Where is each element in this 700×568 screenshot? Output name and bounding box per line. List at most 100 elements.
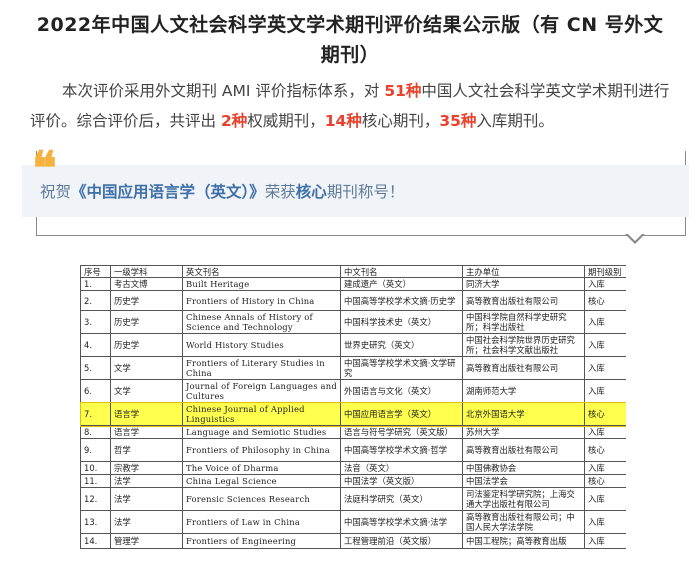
cell-chinese-title: 中国法学（英文版） [340,474,463,488]
article-title: 2022年中国人文社会科学英文学术期刊评价结果公示版（有 CN 号外文期刊） [36,14,664,66]
cell-index: 9. [80,438,111,462]
cell-level: 入库 [584,277,626,291]
cell-publisher: 湖南师范大学 [462,379,585,403]
cell-discipline: 语言学 [110,402,183,426]
quote-prefix: 祝贺 [40,183,72,201]
cell-publisher: 北京外国语大学 [462,402,585,426]
cell-english-title: Forensic Sciences Research [182,487,341,511]
cell-chinese-title: 外国语言与文化（英文） [340,379,463,403]
table-row: 8. 语言学 Language and Semiotic Studies 语言与符号学… [80,425,626,439]
cell-chinese-title: 法音（英文） [340,461,463,475]
intro-text-1: 本次评价采用外文期刊 AMI 评价指标体系，对 [62,82,385,100]
table-row: 12. 法学 Forensic Sciences Research 法庭科学研究（英文… [80,487,626,511]
cell-index: 1. [80,277,111,291]
cell-chinese-title: 中国科学技术史（英文） [340,310,463,334]
table-row: 3. 历史学 Chinese Annals of History of Scienc… [80,310,626,334]
cell-level: 入库 [584,310,626,334]
cell-chinese-title: 世界史研究（英文） [340,333,463,357]
cell-index: 12. [80,487,111,511]
cell-publisher: 高等教育出版社有限公司；中国人民大学法学院 [462,510,585,534]
header-discipline: 一级学科 [110,265,183,278]
header-chinese-title: 中文刊名 [340,265,463,278]
cell-chinese-title: 中国高等学校学术文摘·文学研究 [340,356,463,380]
cell-discipline: 文学 [110,379,183,403]
cell-english-title: Frontiers of History in China [182,290,341,311]
cell-level: 入库 [584,461,626,475]
quote-journal: 《中国应用语言学（英文）》 [71,183,265,201]
header-english-title: 英文刊名 [182,265,341,278]
table-row: 4. 历史学 World History Studies 世界史研究（英文） 中国社会科… [80,333,626,357]
cell-discipline: 历史学 [110,310,183,334]
quote-level: 核心 [295,183,327,201]
cell-index: 4. [80,333,111,357]
cell-chinese-title: 中国高等学校学术文摘·哲学 [340,438,463,462]
cell-index: 13. [80,510,111,534]
cell-discipline: 宗教学 [110,461,183,475]
count-core: 14种 [324,112,362,130]
quote-suffix: 期刊称号！ [326,183,405,201]
cell-discipline: 法学 [110,510,183,534]
cell-publisher: 中国社会科学院世界历史研究所；社会科学文献出版社 [462,333,585,357]
cell-index: 3. [80,310,111,334]
cell-discipline: 法学 [110,474,183,488]
cell-index: 14. [80,533,111,549]
cell-english-title: The Voice of Dharma [182,461,341,475]
cell-level: 核心 [584,402,626,426]
cell-level: 核心 [584,474,626,488]
quote-text: 祝贺《中国应用语言学（英文）》荣获核心期刊称号！ [40,180,404,204]
cell-publisher: 中国佛教协会 [462,461,585,475]
count-authority: 2种 [220,112,248,130]
cell-chinese-title: 工程管理前沿（英文版） [340,533,463,549]
cell-discipline: 哲学 [110,438,183,462]
table-row: 13. 法学 Frontiers of Law in China 中国高等学校学术文摘… [80,510,626,534]
cell-index: 11. [80,474,111,488]
table-row: 10. 宗教学 The Voice of Dharma 法音（英文） 中国佛教协会 入库 [80,461,626,475]
cell-level: 核心 [584,438,626,462]
cell-index: 5. [80,356,111,380]
cell-chinese-title: 中国高等学校学术文摘·历史学 [340,290,463,311]
cell-publisher: 中国科学院自然科学史研究所；科学出版社 [462,310,585,334]
cell-discipline: 语言学 [110,425,183,439]
cell-english-title: China Legal Science [182,474,341,488]
table-row: 5. 文学 Frontiers of Literary Studies in Chi… [80,356,626,380]
intro-text-3: 权威期刊， [247,112,325,130]
header-index: 序号 [80,265,111,278]
cell-chinese-title: 中国高等学校学术文摘·法学 [340,510,463,534]
journal-table-image: 序号 一级学科 英文刊名 中文刊名 主办单位 期刊级别 1. 考古文博 Built … [80,265,626,568]
intro-text-4: 核心期刊， [361,112,440,130]
table-row: 9. 哲学 Frontiers of Philosophy in China 中国高等… [80,438,626,462]
table-row: 6. 文学 Journal of Foreign Languages and Cul… [80,379,626,403]
cell-level: 入库 [584,356,626,380]
table-header-row: 序号 一级学科 英文刊名 中文刊名 主办单位 期刊级别 [80,265,626,278]
cell-level: 入库 [584,487,626,511]
table-row: 7. 语言学 Chinese Journal of Applied Linguist… [80,401,626,427]
table-row: 11. 法学 China Legal Science 中国法学（英文版） 中国法学会 核心 [80,474,626,488]
cell-discipline: 历史学 [110,290,183,311]
cell-chinese-title: 中国应用语言学（英文） [340,402,463,426]
cell-publisher: 高等教育出版社有限公司 [462,438,585,462]
cell-index: 6. [80,379,111,403]
cell-discipline: 历史学 [110,333,183,357]
count-entry: 35种 [439,112,477,130]
cell-index: 10. [80,461,111,475]
cell-discipline: 法学 [110,487,183,511]
cell-discipline: 文学 [110,356,183,380]
cell-index: 7. [80,402,111,426]
table-body: 1. 考古文博 Built Heritage 建成遗产（英文） 同济大学 入库 2. 历史学 F… [80,277,626,549]
cell-english-title: Frontiers of Literary Studies in China [182,356,341,380]
cell-chinese-title: 建成遗产（英文） [340,277,463,291]
count-total: 51种 [384,82,422,100]
table-row: 1. 考古文博 Built Heritage 建成遗产（英文） 同济大学 入库 [80,277,626,291]
cell-publisher: 同济大学 [462,277,585,291]
cell-chinese-title: 语言与符号学研究（英文版） [340,425,463,439]
cell-level: 入库 [584,425,626,439]
quote-mid: 荣获 [264,183,296,201]
journal-table: 序号 一级学科 英文刊名 中文刊名 主办单位 期刊级别 1. 考古文博 Built … [80,265,626,549]
cell-english-title: Frontiers of Engineering [182,533,341,549]
cell-publisher: 司法鉴定科学研究院；上海交通大学出版社有限公司 [462,487,585,511]
cell-chinese-title: 法庭科学研究（英文） [340,487,463,511]
cell-level: 核心 [584,290,626,311]
header-level: 期刊级别 [584,265,626,278]
cell-english-title: World History Studies [182,333,341,357]
header-publisher: 主办单位 [462,265,585,278]
